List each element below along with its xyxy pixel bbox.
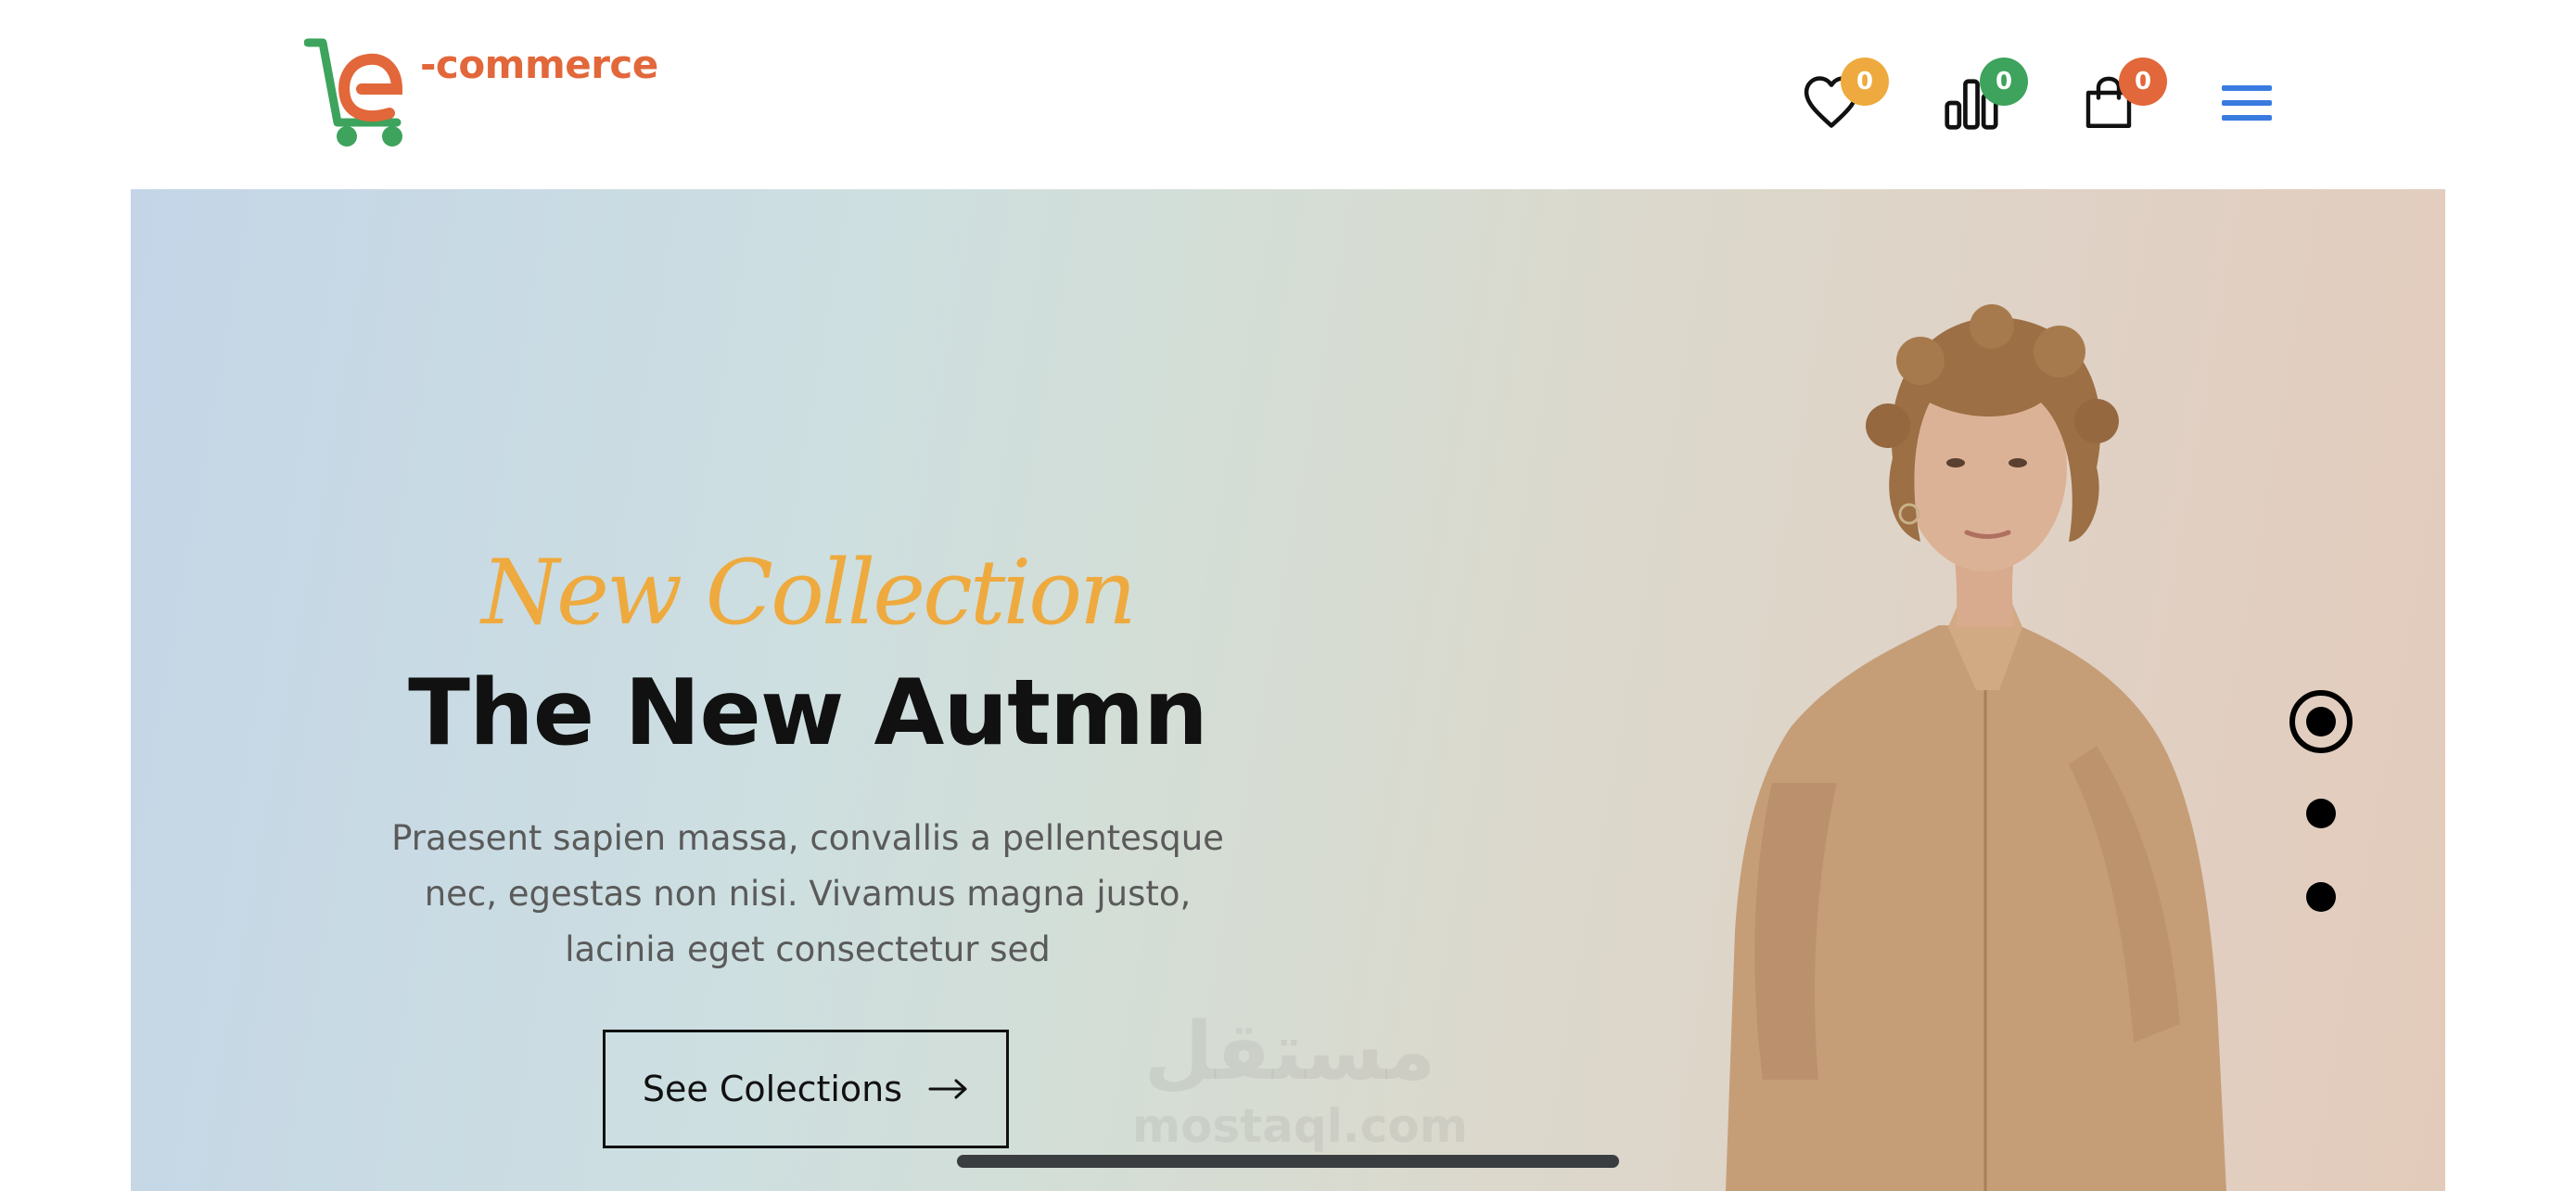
model-image xyxy=(1726,304,2226,1191)
wishlist-count-badge: 0 xyxy=(1841,58,1889,106)
hero-text-block: New Collection The New Autmn Praesent sa… xyxy=(344,542,1271,978)
brand-logo[interactable]: -commerce xyxy=(304,37,658,158)
hero-description: Praesent sapien massa, convallis a pelle… xyxy=(391,818,1224,969)
watermark: مستقل mostaql.com xyxy=(1132,1005,1468,1172)
site-header: -commerce 0 0 0 xyxy=(0,0,2576,189)
see-collections-label: See Colections xyxy=(642,1069,903,1109)
menu-button[interactable] xyxy=(2213,65,2287,139)
cart-button[interactable]: 0 xyxy=(2072,58,2167,139)
compare-button[interactable]: 0 xyxy=(1933,58,2028,139)
slider-pagination xyxy=(2284,690,2358,912)
slide-dot-3[interactable] xyxy=(2306,882,2336,912)
compare-count-badge: 0 xyxy=(1980,58,2028,106)
see-collections-button[interactable]: See Colections xyxy=(603,1030,1009,1148)
hero-title: The New Autmn xyxy=(408,660,1208,766)
hero-banner: New Collection The New Autmn Praesent sa… xyxy=(131,189,2445,1191)
slide-dot-1-active[interactable] xyxy=(2289,690,2353,753)
hero-eyebrow: New Collection xyxy=(481,541,1137,645)
watermark-arabic: مستقل xyxy=(1143,1005,1436,1098)
cart-count-badge: 0 xyxy=(2119,58,2167,106)
slide-dot-2[interactable] xyxy=(2306,799,2336,828)
arrow-right-icon xyxy=(928,1079,967,1099)
shopping-cart-logo-icon xyxy=(304,38,403,147)
wishlist-button[interactable]: 0 xyxy=(1794,58,1889,139)
hamburger-menu-icon xyxy=(2222,85,2272,121)
watermark-latin: mostaql.com xyxy=(1132,1099,1468,1153)
home-indicator[interactable] xyxy=(957,1155,1619,1168)
logo-text: -commerce xyxy=(420,42,658,87)
